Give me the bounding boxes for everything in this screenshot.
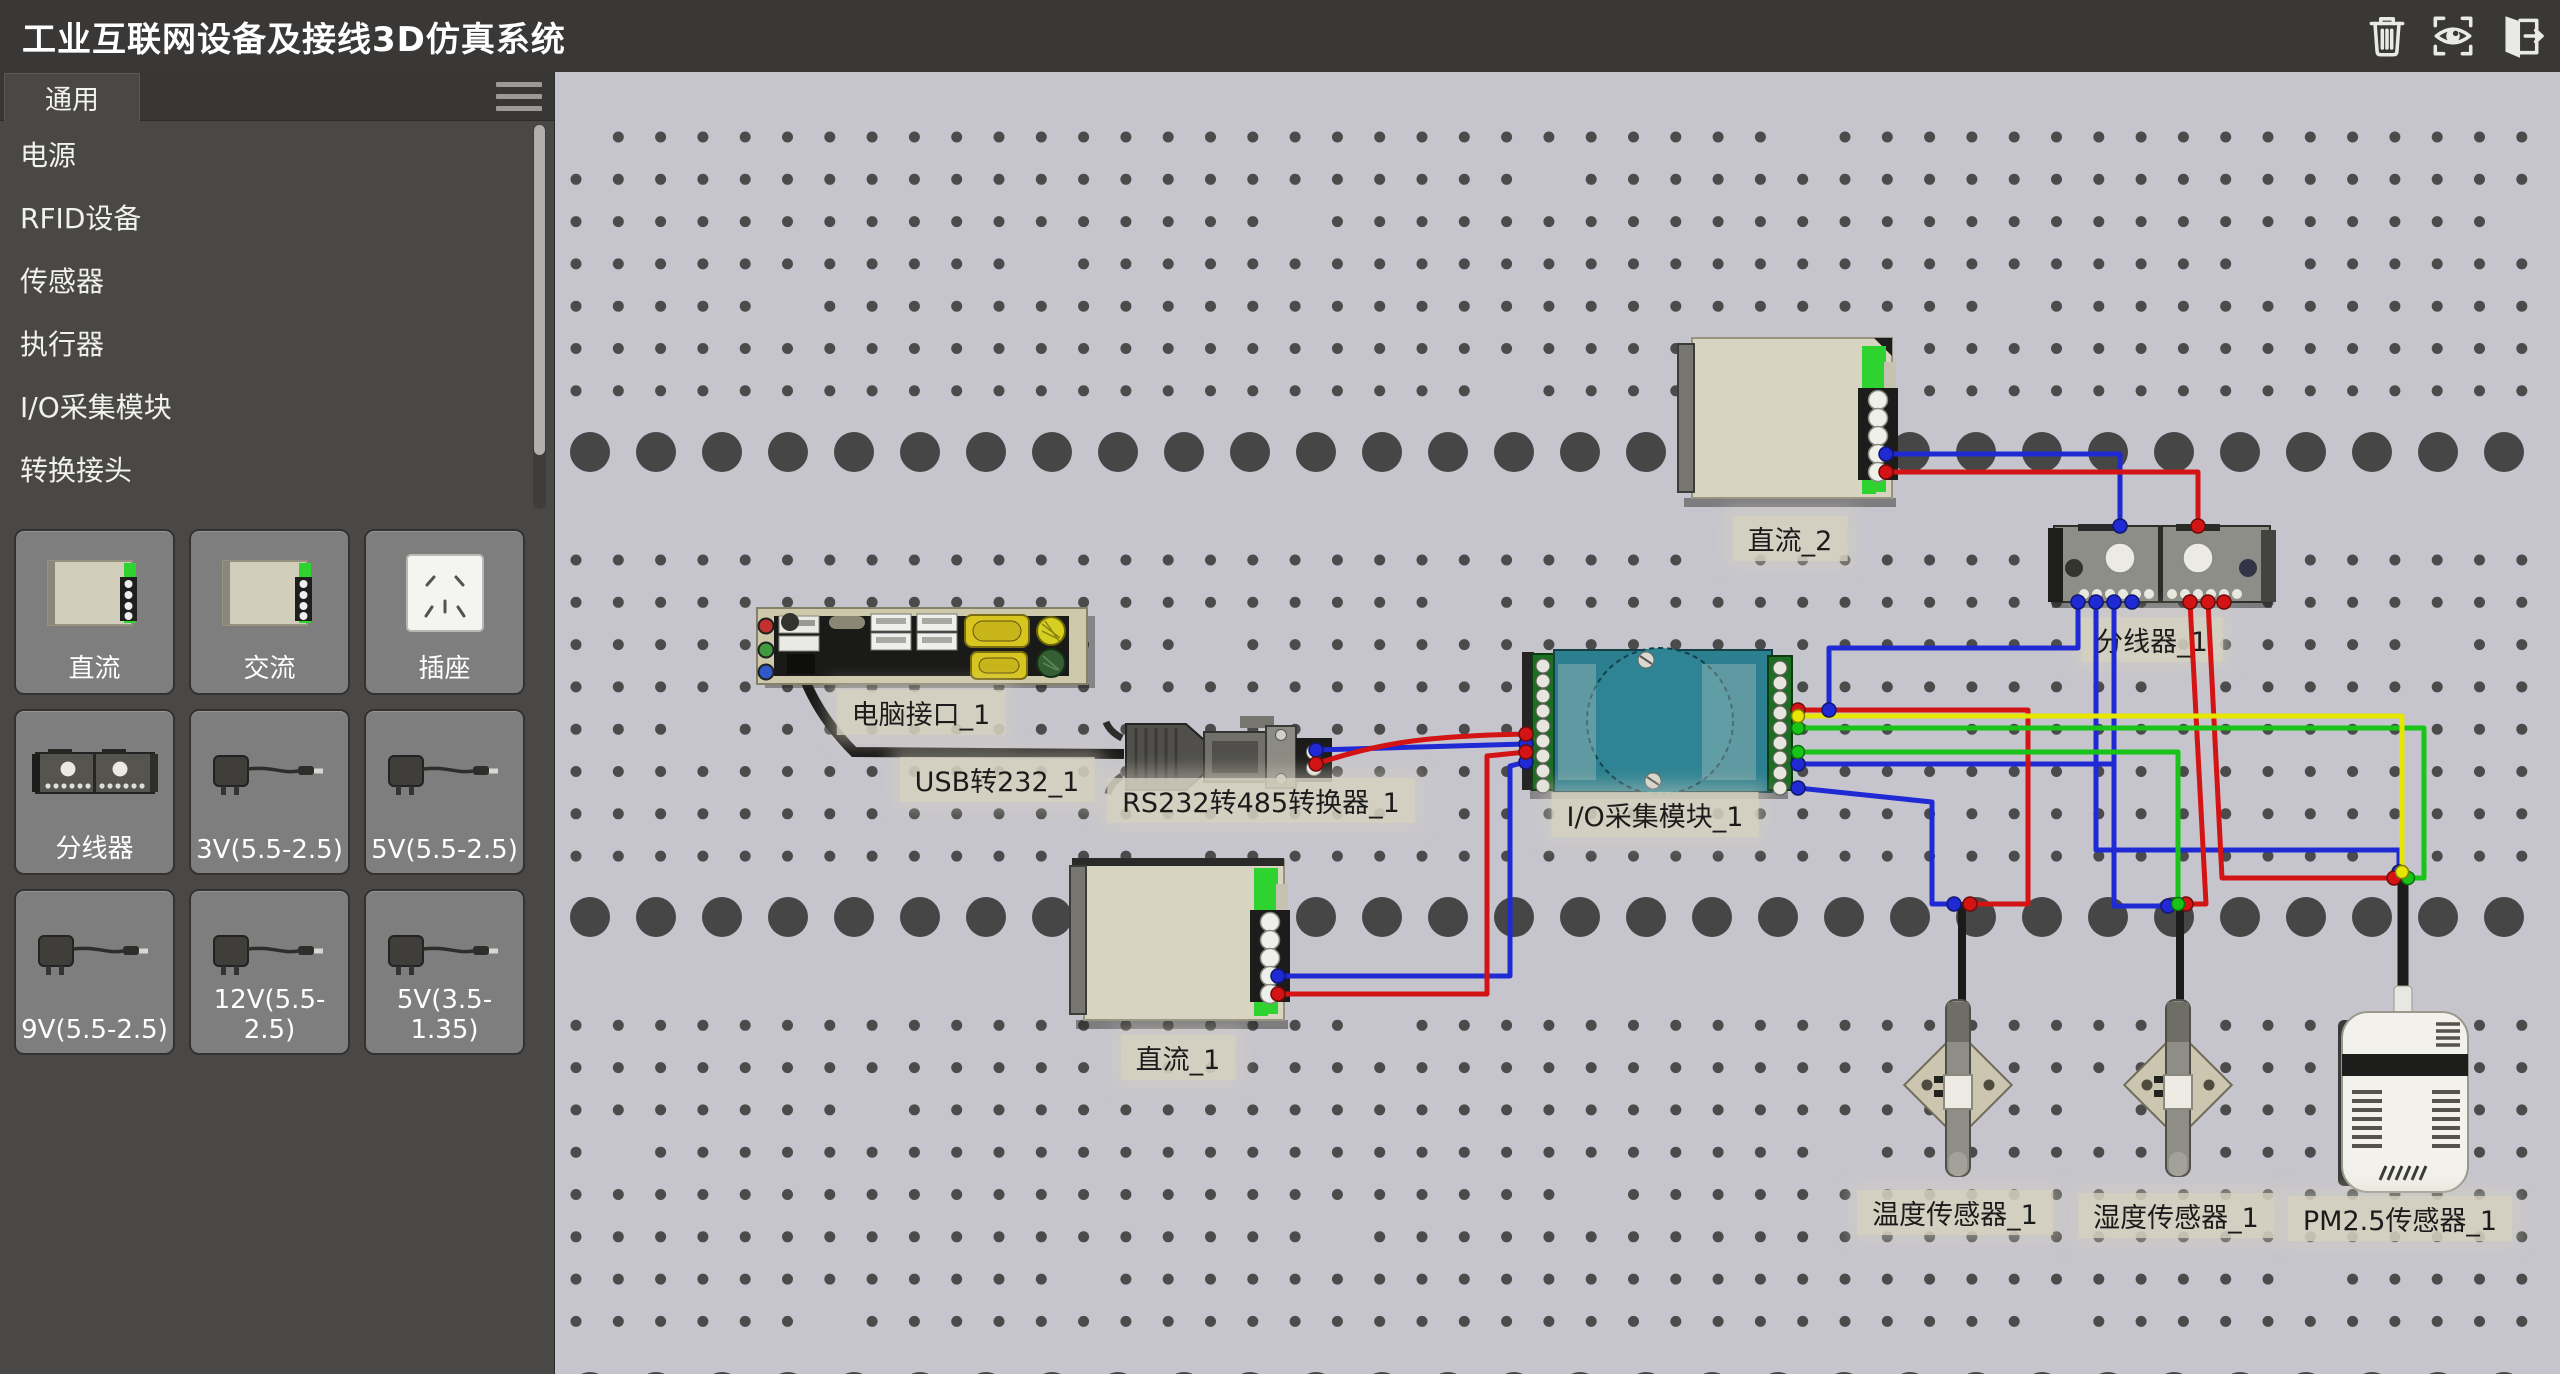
dc-module-icon: [16, 545, 173, 641]
sidebar-scrollbar: [533, 125, 546, 509]
menu-item-power[interactable]: 电源: [0, 124, 528, 187]
header-toolbar: [2362, 11, 2544, 61]
device-tag: 直流_1: [1121, 1035, 1236, 1080]
palette-item-9v[interactable]: 9V(5.5-2.5): [14, 889, 175, 1055]
device-splitter-1[interactable]: [2048, 524, 2276, 608]
menu-item-io-module[interactable]: I/O采集模块: [0, 376, 528, 439]
menu-item-adapter[interactable]: 转换接头: [0, 439, 528, 502]
exit-icon[interactable]: [2494, 11, 2544, 61]
palette-item-3v[interactable]: 3V(5.5-2.5): [189, 709, 350, 875]
palette-item-dc[interactable]: 直流: [14, 529, 175, 695]
ac-module-icon: [191, 545, 348, 641]
device-tag: PM2.5传感器_1: [2288, 1196, 2512, 1241]
splitter-icon: [16, 725, 173, 821]
device-tag: 直流_2: [1733, 516, 1848, 561]
palette-item-5v[interactable]: 5V(5.5-2.5): [364, 709, 525, 875]
sidebar: 通用 电源 RFID设备 传感器 执行器 I/O采集模块 转换接头: [0, 72, 555, 1374]
device-tag: 温度传感器_1: [1857, 1190, 2053, 1235]
sidebar-tabbar: 通用: [0, 72, 554, 121]
device-dc-power-1[interactable]: [1070, 858, 1290, 1029]
device-dc-power-2[interactable]: [1678, 338, 1898, 507]
power-adapter-icon: [366, 725, 523, 821]
palette-item-12v[interactable]: 12V(5.5-2.5): [189, 889, 350, 1055]
menu-item-actuator[interactable]: 执行器: [0, 313, 528, 376]
device-tag: 分线器_1: [2081, 617, 2223, 662]
palette-item-socket[interactable]: 插座: [364, 529, 525, 695]
device-tag: RS232转485转换器_1: [1107, 778, 1415, 823]
menu-item-sensor[interactable]: 传感器: [0, 250, 528, 313]
view-reset-icon[interactable]: [2428, 11, 2478, 61]
menu-item-rfid[interactable]: RFID设备: [0, 187, 528, 250]
device-io-module-1[interactable]: [1522, 648, 1792, 799]
device-tag: 电脑接口_1: [837, 690, 1006, 735]
app-title: 工业互联网设备及接线3D仿真系统: [22, 12, 566, 61]
device-tag: I/O采集模块_1: [1552, 792, 1759, 837]
header: 工业互联网设备及接线3D仿真系统: [0, 0, 2560, 72]
trash-icon[interactable]: [2362, 11, 2412, 61]
palette-item-ac[interactable]: 交流: [189, 529, 350, 695]
tab-general[interactable]: 通用: [4, 73, 140, 121]
device-tag: USB转232_1: [900, 757, 1095, 802]
socket-icon: [366, 545, 523, 641]
palette-item-5v-135[interactable]: 5V(3.5-1.35): [364, 889, 525, 1055]
device-pm25-sensor-1[interactable]: [2338, 986, 2468, 1192]
sidebar-scrollbar-thumb[interactable]: [534, 125, 545, 455]
power-adapter-icon: [191, 725, 348, 821]
device-tag: 湿度传感器_1: [2078, 1193, 2274, 1238]
device-pc-interface-1[interactable]: [757, 608, 1095, 688]
device-palette: 直流 交流 插座: [14, 529, 525, 1055]
palette-item-splitter[interactable]: 分线器: [14, 709, 175, 875]
device-temp-sensor-1[interactable]: [1904, 1000, 2011, 1176]
menu-icon[interactable]: [496, 82, 542, 112]
power-adapter-icon: [16, 905, 173, 1001]
category-menu: 电源 RFID设备 传感器 执行器 I/O采集模块 转换接头: [0, 124, 528, 502]
